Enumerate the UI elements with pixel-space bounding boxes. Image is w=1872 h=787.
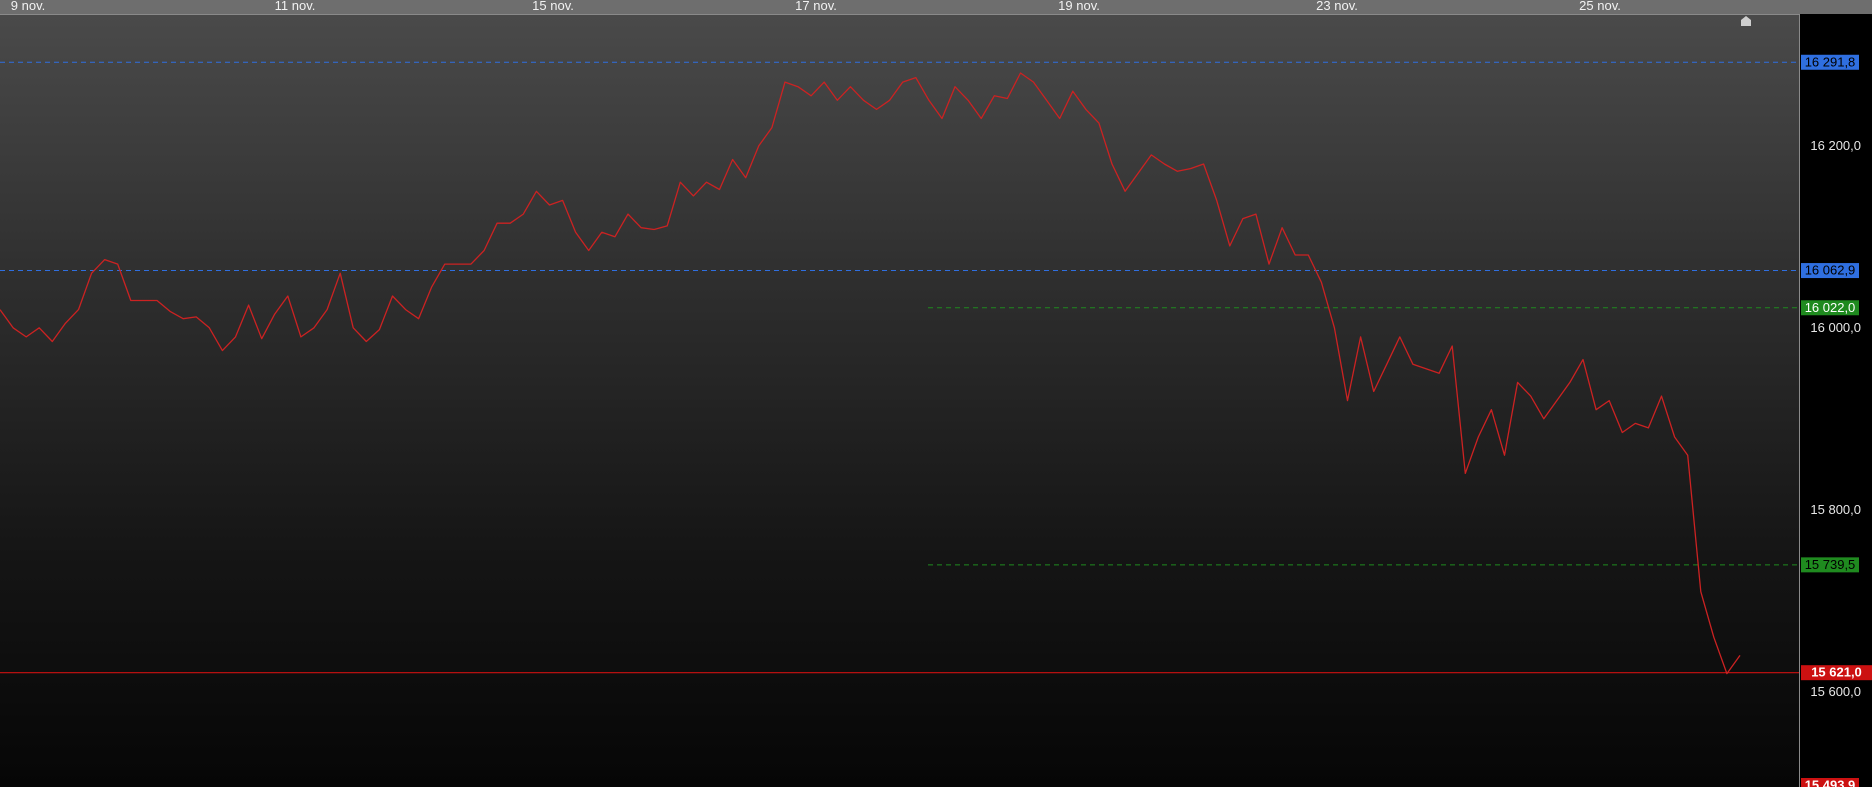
price-series-line: [0, 72, 1741, 675]
x-tick-label: 9 nov.: [11, 0, 45, 13]
price-tag-label: 15 739,5: [1805, 557, 1856, 572]
x-tick-label: 15 nov.: [532, 0, 574, 13]
y-tick-label: 16 200,0: [1810, 138, 1861, 153]
x-tick-label: 17 nov.: [795, 0, 837, 13]
price-tag-label: 16 062,9: [1805, 263, 1856, 278]
x-tick-label: 23 nov.: [1316, 0, 1358, 13]
chart-canvas: 9 nov. 11 nov. 15 nov. 17 nov. 19 nov. 23 nov…: [0, 0, 1872, 787]
x-tick-label: 11 nov.: [275, 0, 316, 13]
scroll-marker-icon[interactable]: [1741, 16, 1751, 26]
y-tick-label: 15 600,0: [1810, 684, 1861, 699]
price-tag-label: 15 493,9: [1805, 778, 1856, 787]
y-tick-label: 16 000,0: [1810, 320, 1861, 335]
price-chart: 9 nov. 11 nov. 15 nov. 17 nov. 19 nov. 23 nov…: [0, 0, 1872, 787]
price-tag-label: 15 621,0: [1811, 665, 1862, 680]
x-tick-label: 19 nov.: [1058, 0, 1100, 13]
price-tag-label: 16 022,0: [1805, 300, 1856, 315]
x-tick-label: 25 nov.: [1579, 0, 1621, 13]
price-tag-label: 16 291,8: [1805, 54, 1856, 69]
y-tick-label: 15 800,0: [1810, 502, 1861, 517]
